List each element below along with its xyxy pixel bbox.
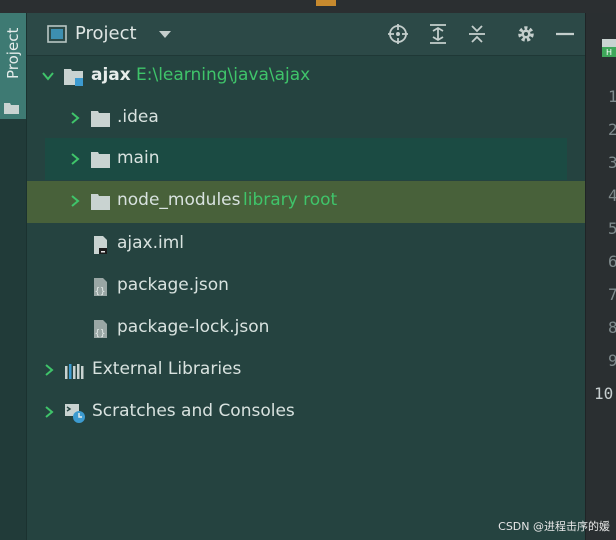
line-number-current: 10: [594, 384, 614, 403]
tree-item-label: .idea: [117, 107, 159, 127]
tree-item-label: ajax.iml: [117, 233, 185, 253]
line-number: 6: [608, 252, 616, 271]
project-tool-tab-label: Project: [4, 27, 22, 79]
module-folder-icon: [64, 69, 83, 86]
folder-icon: [4, 103, 19, 114]
library-root-hint: library root: [243, 190, 338, 210]
folder-icon: [91, 152, 110, 168]
tree-row-ajax-iml[interactable]: ajax.iml: [27, 224, 585, 266]
top-tab-strip: [0, 0, 616, 13]
chevron-down-icon[interactable]: [41, 69, 55, 83]
tree-item-label: package-lock.json: [117, 317, 270, 337]
watermark: CSDN @进程击序的媛: [498, 520, 610, 533]
svg-text:{}: {}: [95, 287, 106, 297]
folder-icon: [91, 111, 110, 127]
editor-gutter: H 1 2 3 4 5 6 7 8 9 10: [585, 13, 616, 540]
gear-icon: [518, 26, 534, 42]
chevron-right-icon[interactable]: [68, 111, 82, 125]
json-file-icon: {}: [94, 278, 107, 297]
hide-icon: [556, 32, 574, 36]
line-number: 2: [608, 120, 616, 139]
folder-icon: [91, 194, 110, 210]
tree-item-label: package.json: [117, 275, 229, 295]
expand-all-button[interactable]: [427, 23, 449, 45]
locate-button[interactable]: [387, 23, 409, 45]
tab-icon: [316, 0, 336, 6]
svg-text:H: H: [606, 48, 612, 57]
json-file-icon: {}: [94, 320, 107, 339]
panel-header: Project: [27, 13, 585, 56]
root-path: E:\learning\java\ajax: [136, 65, 311, 85]
settings-button[interactable]: [515, 23, 537, 45]
tree-item-label: Scratches and Consoles: [92, 401, 295, 421]
tree-row-root[interactable]: ajax E:\learning\java\ajax: [27, 56, 585, 98]
locate-icon: [388, 24, 408, 44]
expand-all-icon: [430, 24, 446, 44]
scratch-icon: [65, 404, 85, 423]
chevron-right-icon[interactable]: [42, 405, 56, 419]
svg-text:{}: {}: [95, 329, 106, 339]
tree-row-node-modules[interactable]: node_modules library root: [27, 181, 585, 223]
tree-item-label: External Libraries: [92, 359, 242, 379]
chevron-right-icon[interactable]: [42, 363, 56, 377]
collapse-all-icon: [469, 25, 485, 43]
line-number: 5: [608, 219, 616, 238]
root-name: ajax: [91, 65, 131, 85]
line-number: 3: [608, 153, 616, 172]
hide-button[interactable]: [554, 23, 576, 45]
tree-row-scratches[interactable]: Scratches and Consoles: [27, 392, 585, 434]
tree-item-label: main: [117, 148, 160, 168]
line-number: 7: [608, 285, 616, 304]
tree-row-idea[interactable]: .idea: [27, 98, 585, 140]
tree-row-package-json[interactable]: {} package.json: [27, 266, 585, 308]
line-number: 9: [608, 351, 616, 370]
collapse-all-button[interactable]: [466, 23, 488, 45]
line-number: 1: [608, 87, 616, 106]
project-panel: Project ajax E:\learning\java\ajax .idea…: [27, 13, 585, 540]
left-tool-stripe: Project: [0, 13, 27, 540]
tree-row-package-lock-json[interactable]: {} package-lock.json: [27, 308, 585, 350]
dropdown-icon[interactable]: [157, 27, 173, 41]
library-icon: [65, 364, 84, 379]
file-icon: [94, 236, 107, 254]
tree-item-label: node_modules: [117, 190, 241, 210]
tree-row-external-libraries[interactable]: External Libraries: [27, 350, 585, 392]
panel-title: Project: [75, 23, 137, 44]
chevron-right-icon[interactable]: [68, 194, 82, 208]
line-number: 4: [608, 186, 616, 205]
project-icon: [47, 25, 67, 43]
chevron-right-icon[interactable]: [68, 152, 82, 166]
line-number: 8: [608, 318, 616, 337]
tree-row-main[interactable]: main: [45, 138, 567, 180]
html-file-icon: H: [602, 39, 616, 57]
project-tool-tab[interactable]: Project: [0, 13, 26, 119]
